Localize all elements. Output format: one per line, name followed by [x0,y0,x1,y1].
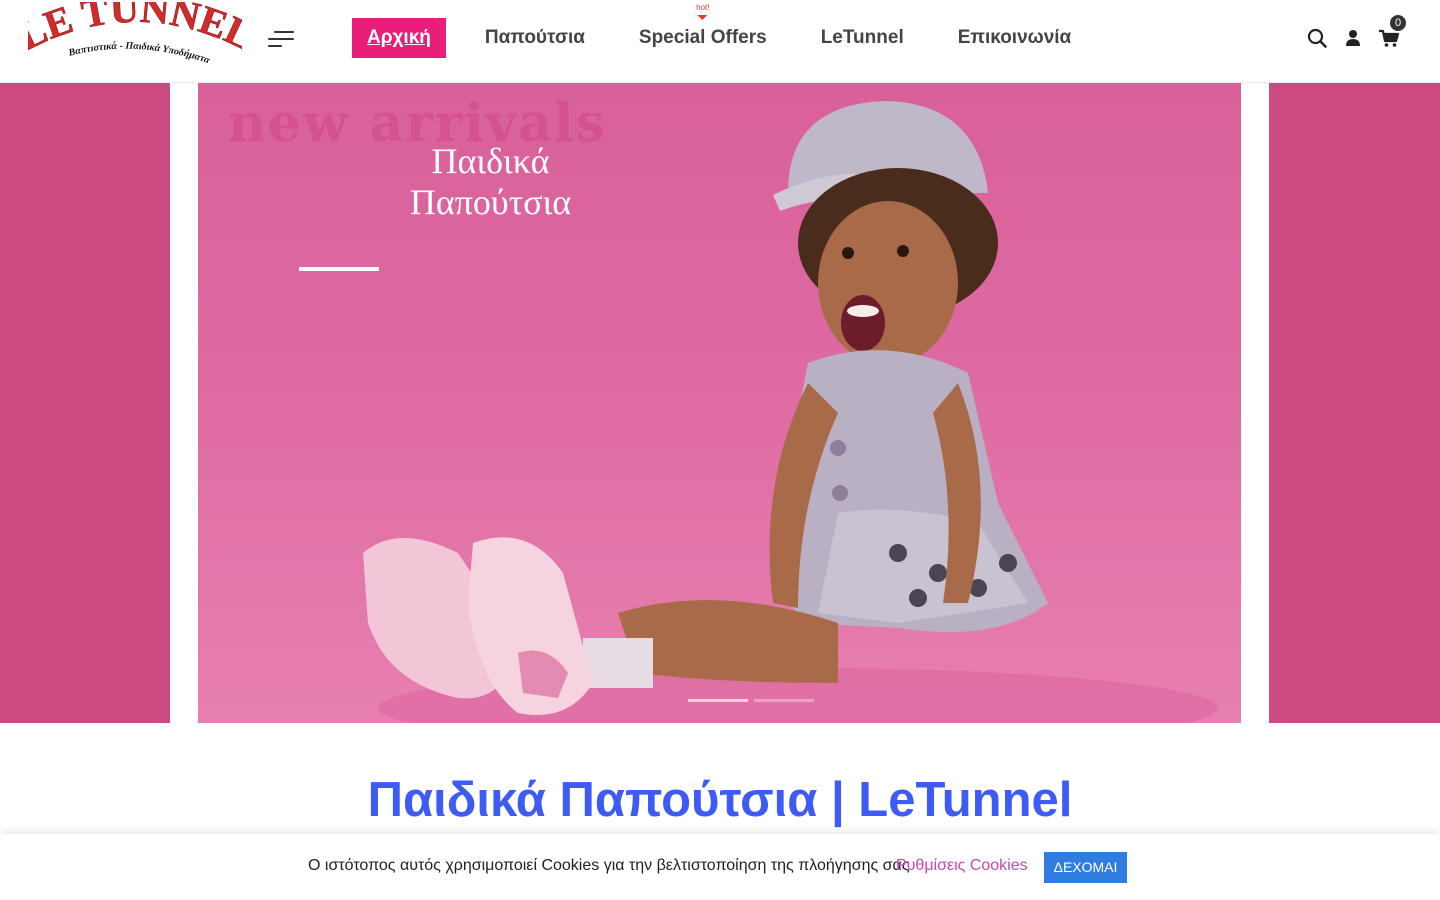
menu-toggle-button[interactable] [268,29,294,47]
site-logo[interactable]: LE TUNNEL Βαπτιστικά - Παιδικά Υποδήματα [28,2,242,74]
cookie-settings-link[interactable]: Ρυθμίσεις Cookies [896,857,1028,875]
menu-line [274,31,294,33]
nav-item-letunnel[interactable]: LeTunnel [806,18,919,58]
menu-line [268,38,294,40]
slider-pagination [688,699,820,702]
logo-tagline: Βαπτιστικά - Παιδικά Υποδήματα [67,41,212,67]
main-nav: Αρχική Παπούτσια Special Offers hot! LeT… [352,3,1110,58]
hero-slider: new arrivals Παιδικά Παπούτσια [0,83,1440,723]
slide-divider [299,267,379,271]
hero-child-image [363,101,1218,723]
page-title: Παιδικά Παπούτσια | LeTunnel [367,773,1073,827]
cart-icon[interactable]: 0 [1378,15,1406,49]
nav-item-shoes[interactable]: Παπούτσια [470,18,600,58]
svg-text:Βαπτιστικά - Παιδικά Υποδήματα: Βαπτιστικά - Παιδικά Υποδήματα [67,41,212,67]
slider-side-panel-left[interactable] [0,83,170,723]
menu-line [268,45,282,47]
nav-item-special-offers[interactable]: Special Offers hot! [624,3,782,58]
slider-side-panel-right[interactable] [1269,83,1440,723]
nav-item-contact[interactable]: Επικοινωνία [943,18,1087,58]
slider-dot[interactable] [688,699,748,702]
user-icon[interactable] [1342,27,1364,49]
nav-item-home[interactable]: Αρχική [352,18,446,58]
hot-badge: hot! [696,3,710,12]
search-icon[interactable] [1306,27,1328,49]
slide-heading: Παιδικά Παπούτσια [409,141,572,222]
cookie-consent-bar: Ο ιστότοπος αυτός χρησιμοποιεί Cookies γ… [0,834,1440,900]
cookie-accept-button[interactable]: ΔΕΧΟΜΑΙ [1044,852,1127,883]
nav-item-label: Special Offers [638,27,767,48]
site-header: LE TUNNEL Βαπτιστικά - Παιδικά Υποδήματα… [0,0,1440,83]
cookie-message: Ο ιστότοπος αυτός χρησιμοποιεί Cookies γ… [308,857,910,874]
header-icons: 0 [1292,15,1406,50]
cart-count-badge: 0 [1390,15,1406,31]
slider-dot[interactable] [754,699,814,702]
hero-slide[interactable]: new arrivals Παιδικά Παπούτσια [198,83,1241,723]
